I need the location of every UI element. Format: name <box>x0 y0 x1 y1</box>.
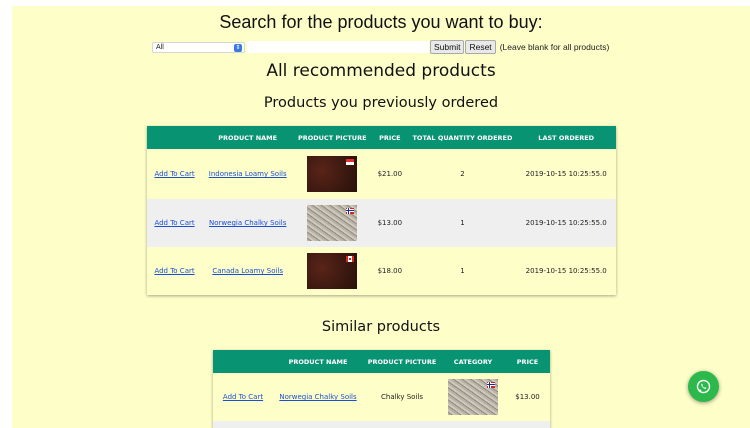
canada-flag-icon <box>346 256 355 262</box>
table-header-row: PRODUCT NAME PRODUCT PICTURE CATEGORY PR… <box>213 350 550 373</box>
last-ordered-cell: 2019-10-15 10:25:55.0 <box>516 199 616 247</box>
table-row: Add To Cart Canada Loamy Soils $18.00 1 … <box>147 247 616 295</box>
search-input[interactable] <box>247 41 429 53</box>
indonesia-flag-icon <box>346 159 355 165</box>
whatsapp-chat-button[interactable] <box>688 371 719 402</box>
table-header-row: PRODUCT NAME PRODUCT PICTURE PRICE TOTAL… <box>147 126 616 149</box>
category-selected-value: All <box>156 43 164 51</box>
column-header-price: PRICE <box>505 350 550 373</box>
similar-products-table: PRODUCT NAME PRODUCT PICTURE CATEGORY PR… <box>213 350 550 428</box>
whatsapp-icon <box>696 379 711 394</box>
reset-button[interactable]: Reset <box>465 40 496 54</box>
column-header-action <box>213 350 273 373</box>
submit-button[interactable]: Submit <box>430 40 465 54</box>
page-content: Search for the products you want to buy:… <box>12 6 750 428</box>
price-cell: $18.00 <box>371 247 409 295</box>
column-header-product-name: PRODUCT NAME <box>273 350 363 373</box>
category-cell: Chalky Soils <box>363 373 441 421</box>
table-row: Add To Cart Indonesia Loamy Soils $21.00… <box>147 149 616 199</box>
add-to-cart-link[interactable]: Add To Cart <box>154 170 194 178</box>
quantity-cell: 2 <box>408 149 517 199</box>
price-cell: $21.00 <box>371 149 409 199</box>
quantity-cell: 1 <box>408 247 517 295</box>
column-header-total-quantity: TOTAL QUANTITY ORDERED <box>408 126 517 149</box>
column-header-product-picture: PRODUCT PICTURE <box>363 350 441 373</box>
column-header-action <box>147 126 203 149</box>
table-row: Add To Cart Norwegia Chalky Soils Chalky… <box>213 373 550 421</box>
price-cell: $13.00 <box>371 199 409 247</box>
product-picture <box>307 205 358 241</box>
product-picture <box>307 253 358 289</box>
column-header-product-picture: PRODUCT PICTURE <box>293 126 372 149</box>
search-form: All ⇕ Submit Reset (Leave blank for all … <box>152 39 609 55</box>
add-to-cart-link[interactable]: Add To Cart <box>154 219 194 227</box>
column-header-last-ordered: LAST ORDERED <box>516 126 616 149</box>
similar-heading: Similar products <box>321 319 441 335</box>
last-ordered-cell: 2019-10-15 10:25:55.0 <box>516 149 616 199</box>
product-name-link[interactable]: Canada Loamy Soils <box>212 267 283 275</box>
product-picture <box>448 379 498 415</box>
column-header-price: PRICE <box>371 126 409 149</box>
add-to-cart-link[interactable]: Add To Cart <box>154 267 194 275</box>
product-name-link[interactable]: Norwegia Chalky Soils <box>279 393 356 401</box>
ordered-heading: Products you previously ordered <box>263 95 499 111</box>
price-cell: $13.00 <box>505 373 550 421</box>
table-row <box>213 421 550 428</box>
recommended-heading: All recommended products <box>266 61 496 81</box>
chevron-updown-icon: ⇕ <box>234 43 242 52</box>
quantity-cell: 1 <box>408 199 517 247</box>
norway-flag-icon <box>346 208 355 214</box>
norway-flag-icon <box>487 382 495 388</box>
product-name-link[interactable]: Norwegia Chalky Soils <box>209 219 286 227</box>
column-header-category: CATEGORY <box>441 350 505 373</box>
search-title: Search for the products you want to buy: <box>219 12 543 32</box>
ordered-products-table: PRODUCT NAME PRODUCT PICTURE PRICE TOTAL… <box>147 126 616 295</box>
add-to-cart-link[interactable]: Add To Cart <box>223 393 263 401</box>
category-select[interactable]: All ⇕ <box>152 41 245 53</box>
table-row: Add To Cart Norwegia Chalky Soils $13.00… <box>147 199 616 247</box>
last-ordered-cell: 2019-10-15 10:25:55.0 <box>516 247 616 295</box>
search-hint: (Leave blank for all products) <box>499 42 610 52</box>
column-header-product-name: PRODUCT NAME <box>202 126 294 149</box>
product-name-link[interactable]: Indonesia Loamy Soils <box>209 170 287 178</box>
product-picture <box>307 156 358 192</box>
